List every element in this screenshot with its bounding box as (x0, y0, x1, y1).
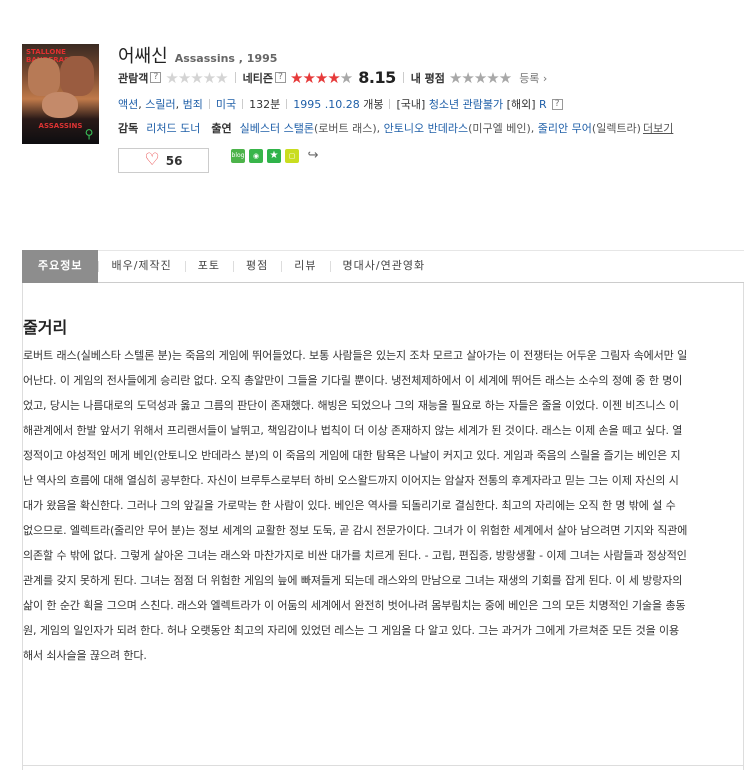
divider (208, 99, 210, 109)
help-icon[interactable]: ? (150, 72, 162, 83)
register-label[interactable]: 등록 (519, 72, 539, 85)
genre-link[interactable]: 스릴러 (145, 96, 175, 112)
more-cast-link[interactable]: 더보기 (643, 120, 673, 136)
tab-bar: 주요정보 배우/제작진 포토 평점 리뷰 명대사/연관영화 (22, 250, 744, 283)
star-icon: ★ (339, 68, 353, 87)
synopsis-section: 줄거리 로버트 래스(실베스타 스텔론 분)는 죽음의 게임에 뛰어들었다. 보… (22, 283, 744, 770)
divider (402, 72, 404, 83)
tab-photo[interactable]: 포토 (184, 250, 233, 283)
star-icon: ★★★★ (290, 68, 341, 87)
synopsis-heading: 줄거리 (23, 318, 68, 337)
release-date-link[interactable]: 1995 .10.28 (293, 98, 359, 111)
crew-row: 감독 리처드 도너 출연 실베스터 스탤론 (로버트 래스), 안토니오 반데라스… (118, 120, 744, 136)
cast-link[interactable]: 줄리안 무어 (538, 120, 592, 136)
tab-main-info[interactable]: 주요정보 (22, 250, 99, 283)
help-icon[interactable]: ? (275, 72, 286, 83)
comma: , (175, 97, 183, 111)
audience-rating-label: 관람객 (118, 71, 149, 85)
genre-link[interactable]: 액션 (118, 96, 138, 112)
share-row: blog ◉ ★ ▢ ↪ (231, 149, 325, 163)
rating-row: 관람객 ? ★★★★★ 네티즌 ? ★★★★★ 8.15 내 평점 ★★★★★ … (118, 68, 547, 87)
netizen-stars: ★★★★★ (290, 68, 353, 87)
poster-face (60, 56, 94, 96)
genre-link[interactable]: 범죄 (183, 96, 203, 112)
divider (234, 72, 236, 83)
comma: , (138, 97, 146, 111)
cast-link[interactable]: 안토니오 반데라스 (384, 120, 468, 136)
blog-share-icon[interactable]: blog (231, 149, 245, 163)
overseas-rating-link[interactable]: R (539, 98, 547, 111)
divider (389, 99, 391, 109)
tab-rating[interactable]: 평점 (233, 250, 281, 283)
tab-review[interactable]: 리뷰 (281, 250, 329, 283)
audience-stars: ★★★★★ (165, 68, 228, 87)
divider (22, 765, 744, 766)
like-count: 56 (165, 153, 183, 168)
movie-poster[interactable]: STALLONE BANDERAS ASSASSINS ⚲ (22, 44, 99, 144)
title-row: 어쌔신 Assassins , 1995 (118, 42, 277, 68)
heart-icon: ♡ (144, 150, 160, 170)
divider (286, 99, 288, 109)
star-icon[interactable]: ★★★★★ (449, 69, 512, 87)
director-label: 감독 (118, 122, 139, 135)
movie-info-row: 액션, 스릴러, 범죄 미국 132분 1995 .10.28 개봉 [국내] … (118, 96, 563, 112)
comma: , (530, 121, 538, 135)
synopsis-text: 로버트 래스(실베스타 스텔론 분)는 죽음의 게임에 뛰어들었다. 보통 사람… (23, 349, 688, 662)
runtime: 132분 (249, 98, 281, 111)
netizen-score: 8.15 (358, 68, 396, 87)
poster-face (28, 58, 60, 96)
movie-original-title: Assassins , 1995 (174, 52, 278, 65)
cast-role: (일렉트라) (591, 122, 641, 135)
divider (242, 99, 244, 109)
share-icon[interactable]: ↪ (305, 149, 321, 163)
tab-quotes-related[interactable]: 명대사/연관영화 (329, 250, 439, 283)
like-button[interactable]: ♡ 56 (118, 148, 209, 173)
cafe-share-icon[interactable]: ◉ (249, 149, 263, 163)
cast-role: (로버트 래스) (313, 122, 377, 135)
cast-role: (미구엘 베인) (468, 122, 531, 135)
cast-label: 출연 (211, 122, 232, 135)
me2day-share-icon[interactable]: ▢ (285, 149, 299, 163)
overseas-label: [해외] (506, 98, 536, 111)
director-link[interactable]: 리처드 도너 (146, 120, 200, 136)
star-icon: ★★★★★ (165, 68, 228, 87)
bookmark-share-icon[interactable]: ★ (267, 149, 281, 163)
comma: , (376, 121, 384, 135)
movie-title: 어쌔신 (118, 46, 168, 67)
domestic-label: [국내] (396, 98, 426, 111)
cast-link[interactable]: 실베스터 스탤론 (240, 120, 314, 136)
register-rating-link[interactable]: 등록 › (519, 70, 547, 86)
my-rating-label: 내 평점 (410, 71, 445, 85)
tab-cast-crew[interactable]: 배우/제작진 (98, 250, 184, 283)
chevron-right-icon: › (539, 71, 548, 85)
zoom-icon[interactable]: ⚲ (82, 127, 96, 141)
domestic-rating-link[interactable]: 청소년 관람불가 (429, 96, 503, 112)
country-link[interactable]: 미국 (216, 96, 236, 112)
release-suffix: 개봉 (363, 98, 384, 111)
poster-face (42, 92, 78, 118)
help-icon[interactable]: ? (551, 98, 563, 110)
netizen-rating-label: 네티즌 (242, 71, 273, 85)
my-rating-stars[interactable]: ★★★★★ (449, 69, 512, 87)
